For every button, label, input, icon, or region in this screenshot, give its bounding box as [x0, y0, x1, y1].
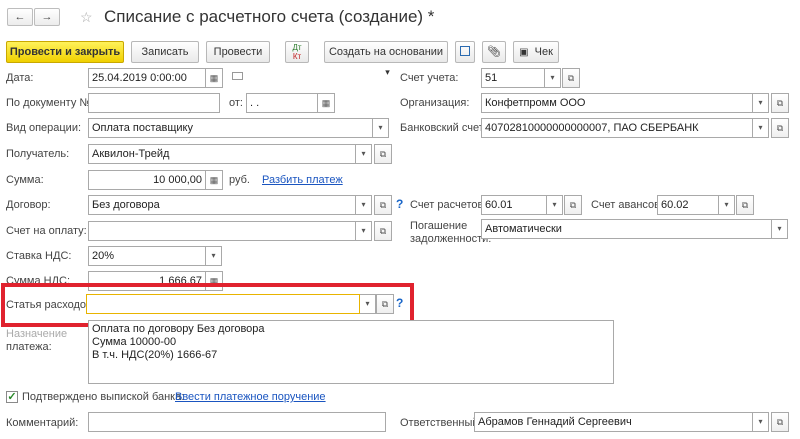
chevron-down-icon[interactable]: ▾ [753, 93, 769, 113]
open-icon[interactable]: ⧉ [771, 118, 789, 138]
calendar-icon[interactable]: ▦ [318, 93, 335, 113]
post-button[interactable]: Провести [206, 41, 270, 63]
attach-button[interactable]: 📎︎ [482, 41, 506, 63]
chevron-down-icon: ▾ [385, 67, 390, 77]
currency-label: руб. [229, 174, 250, 186]
purpose-line: Сумма 10000-00 [92, 336, 177, 348]
calendar-icon[interactable]: ▦ [206, 68, 223, 88]
back-button[interactable]: ← [7, 8, 33, 26]
structure-button[interactable] [455, 41, 475, 63]
settlement-account-field[interactable]: 60.01 [481, 195, 547, 215]
open-icon[interactable]: ⧉ [564, 195, 582, 215]
account-label: Счет учета: [400, 72, 459, 84]
debt-repayment-label: Погашение задолженности: [410, 220, 491, 246]
date-field[interactable]: 25.04.2019 0:00:00 [88, 68, 206, 88]
confirmed-checkbox[interactable]: ✓ [6, 391, 18, 403]
debt-repayment-label-line-1: Погашение [410, 220, 468, 232]
dt-kt-button[interactable]: Дт Кт [285, 41, 309, 63]
responsible-field[interactable]: Абрамов Геннадий Сергеевич [474, 412, 753, 432]
comment-field[interactable] [88, 412, 386, 432]
vat-rate-field[interactable]: 20% [88, 246, 206, 266]
chevron-down-icon[interactable]: ▾ [753, 412, 769, 432]
purpose-line: В т.ч. НДС(20%) 1666-67 [92, 349, 218, 361]
forward-button[interactable]: → [34, 8, 60, 26]
purpose-label: Назначение платежа: [6, 328, 67, 354]
open-icon[interactable]: ⧉ [562, 68, 580, 88]
chevron-down-icon[interactable]: ▾ [356, 144, 372, 164]
recipient-label: Получатель: [6, 148, 70, 160]
sum-label: Сумма: [6, 174, 44, 186]
open-icon[interactable]: ⧉ [374, 221, 392, 241]
calculator-icon[interactable]: ▦ [206, 170, 223, 190]
purpose-label-line-2: платежа: [6, 341, 52, 353]
responsible-label: Ответственный: [400, 417, 482, 429]
dt-label: Дт [292, 43, 302, 52]
organization-label: Организация: [400, 97, 470, 109]
purpose-textarea[interactable]: Оплата по договору Без договора Сумма 10… [88, 320, 614, 384]
chevron-down-icon[interactable]: ▾ [373, 118, 389, 138]
account-field[interactable]: 51 [481, 68, 545, 88]
page-title: Списание с расчетного счета (создание) * [104, 7, 435, 26]
chevron-down-icon[interactable]: ▾ [753, 118, 769, 138]
contract-field[interactable]: Без договора [88, 195, 356, 215]
chevron-down-icon[interactable]: ▾ [356, 195, 372, 215]
invoice-label: Счет на оплату: [6, 225, 87, 237]
from-label: от: [229, 97, 243, 109]
open-icon[interactable]: ⧉ [771, 93, 789, 113]
advance-account-field[interactable]: 60.02 [657, 195, 719, 215]
notes-icon[interactable] [232, 72, 243, 80]
contract-label: Договор: [6, 199, 51, 211]
organization-field[interactable]: Конфетпромм ООО [481, 93, 753, 113]
enter-payment-order-link[interactable]: Ввести платежное поручение [175, 391, 326, 403]
operation-type-field[interactable]: Оплата поставщику [88, 118, 373, 138]
sum-field[interactable]: 10 000,00 [88, 170, 206, 190]
chevron-down-icon[interactable]: ▾ [719, 195, 735, 215]
debt-repayment-label-line-2: задолженности: [410, 233, 492, 245]
structure-icon [460, 46, 470, 56]
receipt-icon: ▣ [519, 47, 529, 58]
save-button[interactable]: Записать [131, 41, 199, 63]
recipient-field[interactable]: Аквилон-Трейд [88, 144, 356, 164]
chevron-down-icon[interactable]: ▾ [356, 221, 372, 241]
paperclip-icon: 📎︎ [487, 46, 501, 58]
open-icon[interactable]: ⧉ [374, 195, 392, 215]
bank-account-label: Банковский счет: [400, 122, 487, 134]
create-based-on-label: Создать на основании [328, 46, 444, 58]
vat-rate-label: Ставка НДС: [6, 250, 72, 262]
favorite-star-icon[interactable]: ☆ [80, 9, 93, 26]
docnum-label: По документу №: [6, 97, 95, 109]
create-based-on-button[interactable]: Создать на основании ▾ [324, 41, 448, 77]
from-date-field[interactable]: . . [246, 93, 318, 113]
bank-account-field[interactable]: 40702810000000000007, ПАО СБЕРБАНК [481, 118, 753, 138]
help-icon[interactable]: ? [396, 197, 403, 211]
chevron-down-icon[interactable]: ▾ [206, 246, 222, 266]
kt-label: Кт [292, 52, 302, 61]
open-icon[interactable]: ⧉ [771, 412, 789, 432]
chevron-down-icon[interactable]: ▾ [545, 68, 561, 88]
post-and-close-button[interactable]: Провести и закрыть [6, 41, 124, 63]
settlement-account-label: Счет расчетов: [410, 199, 487, 211]
receipt-button[interactable]: ▣ Чек [513, 41, 559, 63]
chevron-down-icon[interactable]: ▾ [547, 195, 563, 215]
comment-label: Комментарий: [6, 417, 79, 429]
purpose-line: Оплата по договору Без договора [92, 323, 265, 335]
open-icon[interactable]: ⧉ [374, 144, 392, 164]
open-icon[interactable]: ⧉ [736, 195, 754, 215]
split-payment-link[interactable]: Разбить платеж [262, 174, 343, 186]
purpose-label-line-1: Назначение [6, 328, 68, 340]
docnum-field[interactable] [88, 93, 220, 113]
chevron-down-icon[interactable]: ▾ [772, 219, 788, 239]
confirmed-label: Подтверждено выпиской банка: [22, 391, 185, 403]
operation-type-label: Вид операции: [6, 122, 82, 134]
debt-repayment-field[interactable]: Автоматически [481, 219, 772, 239]
receipt-label: Чек [534, 46, 553, 58]
advance-account-label: Счет авансов: [591, 199, 664, 211]
date-label: Дата: [6, 72, 34, 84]
invoice-field[interactable] [88, 221, 356, 241]
